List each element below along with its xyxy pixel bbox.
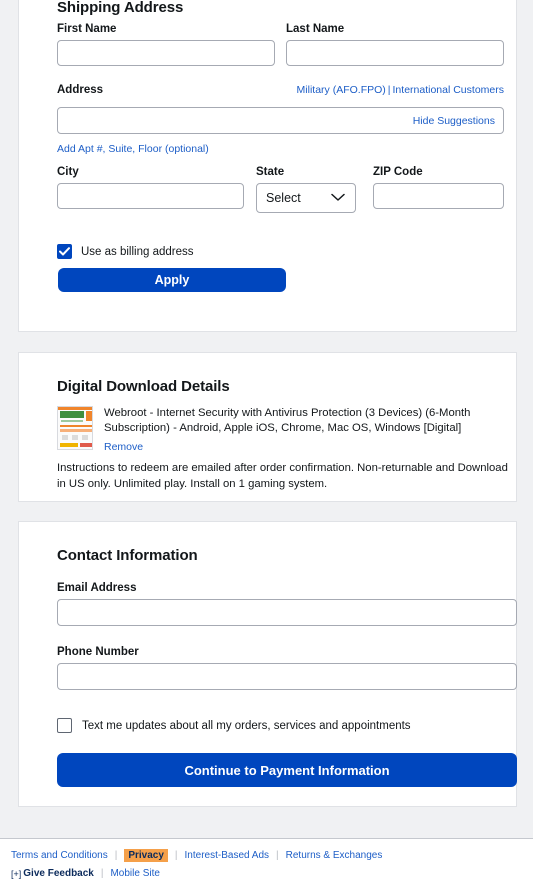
sms-updates-label: Text me updates about all my orders, ser… xyxy=(82,719,411,732)
zip-code-input[interactable] xyxy=(373,183,504,209)
use-as-billing-checkbox[interactable] xyxy=(57,244,72,259)
digital-product-row: Webroot - Internet Security with Antivir… xyxy=(57,406,509,455)
terms-and-conditions-link[interactable]: Terms and Conditions xyxy=(11,850,108,861)
digital-download-card: Digital Download Details Webroot - Inter… xyxy=(18,352,517,502)
contact-information-title: Contact Information xyxy=(57,547,198,564)
product-name: Webroot - Internet Security with Antivir… xyxy=(104,407,471,435)
zip-field-group: ZIP Code xyxy=(373,166,504,213)
city-input[interactable] xyxy=(57,183,244,209)
mobile-site-link[interactable]: Mobile Site xyxy=(110,868,159,879)
state-select-value: Select xyxy=(266,191,301,205)
state-label: State xyxy=(256,166,285,178)
phone-field-group: Phone Number xyxy=(57,646,517,690)
first-name-label: First Name xyxy=(57,23,117,35)
address-input-group: Hide Suggestions xyxy=(57,107,504,134)
shipping-address-card: Shipping Address First Name Last Name Ad… xyxy=(18,0,517,332)
address-help-links: Military (AFO.FPO) | International Custome… xyxy=(297,84,504,96)
returns-and-exchanges-link[interactable]: Returns & Exchanges xyxy=(286,850,383,861)
email-label: Email Address xyxy=(57,582,137,594)
last-name-field-group: Last Name xyxy=(286,23,504,66)
state-field-group: State Select xyxy=(256,166,356,213)
last-name-label: Last Name xyxy=(286,23,345,35)
phone-label: Phone Number xyxy=(57,646,139,658)
address-label-row: Address Military (AFO.FPO) | International… xyxy=(57,84,504,96)
sms-updates-checkbox[interactable] xyxy=(57,718,72,733)
privacy-link[interactable]: Privacy xyxy=(124,849,168,862)
email-input[interactable] xyxy=(57,599,517,626)
city-state-zip-row: City State Select ZIP Code xyxy=(57,166,504,213)
last-name-input[interactable] xyxy=(286,40,504,66)
sms-updates-row: Text me updates about all my orders, ser… xyxy=(57,718,411,733)
footer-links-row-1: Terms and Conditions | Privacy | Interes… xyxy=(11,849,382,862)
digital-download-title: Digital Download Details xyxy=(57,378,230,395)
use-as-billing-label: Use as billing address xyxy=(81,245,194,258)
address-label: Address xyxy=(57,84,104,96)
use-as-billing-row: Use as billing address xyxy=(57,244,194,259)
product-thumbnail-image xyxy=(57,406,93,450)
footer-links-row-2: [+] Give Feedback | Mobile Site xyxy=(11,868,160,879)
chevron-down-icon xyxy=(331,191,345,205)
interest-based-ads-link[interactable]: Interest-Based Ads xyxy=(185,850,270,861)
add-apt-suite-floor-link[interactable]: Add Apt #, Suite, Floor (optional) xyxy=(57,143,209,155)
remove-product-link[interactable]: Remove xyxy=(104,441,143,453)
hide-suggestions-link[interactable]: Hide Suggestions xyxy=(412,114,495,127)
name-row: First Name Last Name xyxy=(57,23,504,66)
contact-information-card: Contact Information Email Address Phone … xyxy=(18,521,517,807)
shipping-address-title: Shipping Address xyxy=(57,0,184,16)
continue-to-payment-button[interactable]: Continue to Payment Information xyxy=(57,753,517,787)
first-name-input[interactable] xyxy=(57,40,275,66)
apply-button[interactable]: Apply xyxy=(58,268,286,292)
link-separator: | xyxy=(387,84,391,96)
phone-input[interactable] xyxy=(57,663,517,690)
digital-download-note: Instructions to redeem are emailed after… xyxy=(57,462,508,490)
footer-separator-1: | xyxy=(114,850,118,861)
email-field-group: Email Address xyxy=(57,582,517,626)
first-name-field-group: First Name xyxy=(57,23,275,66)
give-feedback-link[interactable]: Give Feedback xyxy=(23,868,94,879)
footer-separator-3: | xyxy=(276,850,279,861)
footer-separator-4: | xyxy=(100,868,104,879)
state-select[interactable]: Select xyxy=(256,183,356,213)
international-customers-link[interactable]: International Customers xyxy=(393,84,504,96)
city-label: City xyxy=(57,166,79,178)
feedback-icon: [+] xyxy=(11,868,22,879)
page-footer: Terms and Conditions | Privacy | Interes… xyxy=(0,839,533,884)
product-info: Webroot - Internet Security with Antivir… xyxy=(104,406,509,455)
city-field-group: City xyxy=(57,166,244,213)
checkout-page: Shipping Address First Name Last Name Ad… xyxy=(0,0,533,884)
zip-code-label: ZIP Code xyxy=(373,166,423,178)
military-address-link[interactable]: Military (AFO.FPO) xyxy=(297,84,386,96)
footer-separator-2: | xyxy=(174,850,178,861)
